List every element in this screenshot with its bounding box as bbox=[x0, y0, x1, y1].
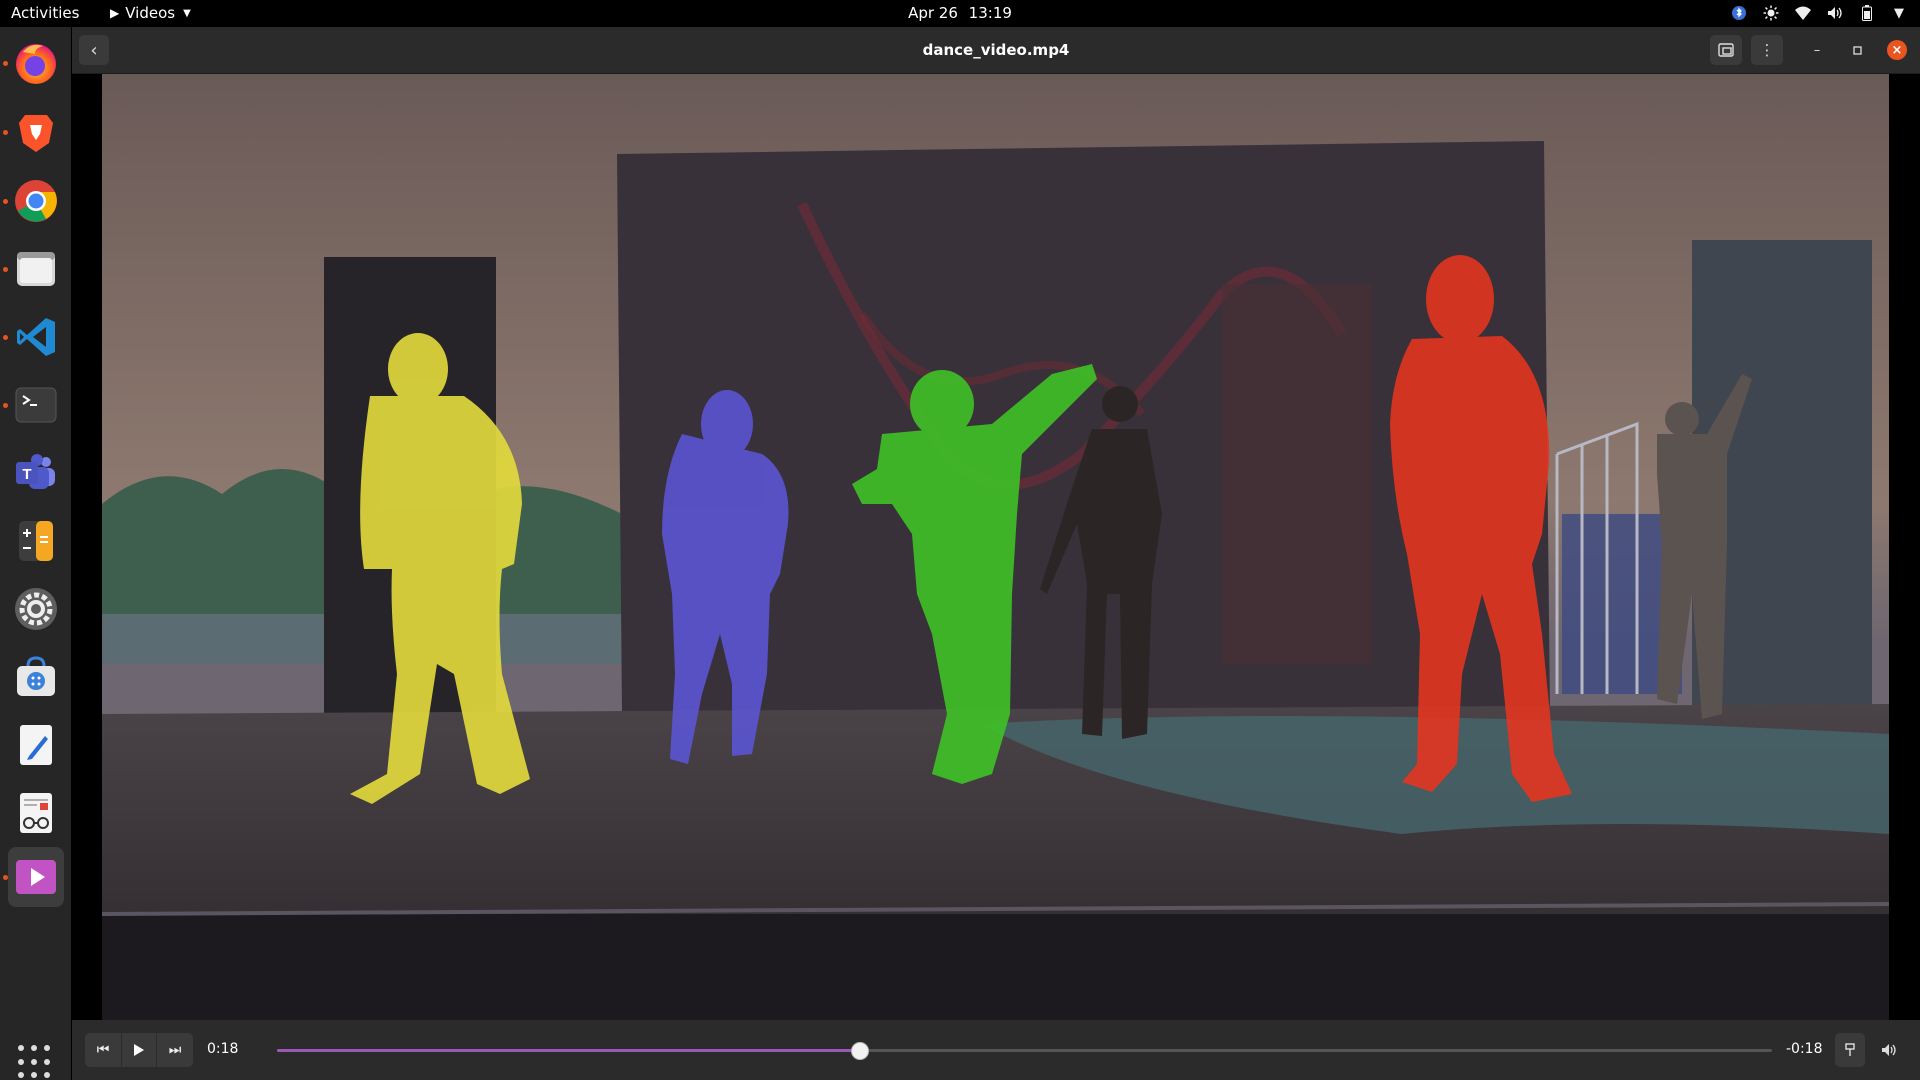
close-button[interactable]: × bbox=[1887, 40, 1907, 60]
running-indicator-dot bbox=[3, 335, 8, 340]
seek-bar-handle[interactable] bbox=[851, 1042, 870, 1060]
wifi-icon[interactable] bbox=[1794, 4, 1812, 22]
top-bar: Activities ▶ Videos ▼ Apr 26 13:19 ▼ bbox=[0, 0, 1920, 27]
maximize-button[interactable] bbox=[1847, 40, 1867, 60]
system-menu-icon[interactable]: ▼ bbox=[1890, 4, 1908, 22]
document-viewer-icon bbox=[20, 793, 52, 833]
pip-icon bbox=[1718, 43, 1734, 57]
clock-time: 13:19 bbox=[968, 4, 1012, 22]
dock-item-videos[interactable] bbox=[8, 847, 64, 907]
dock-item-firefox[interactable] bbox=[8, 33, 64, 93]
system-tray[interactable]: ▼ bbox=[1730, 4, 1908, 22]
svg-text:T: T bbox=[22, 466, 31, 483]
bluetooth-icon[interactable] bbox=[1730, 4, 1748, 22]
kebab-menu-icon: ⋮ bbox=[1759, 41, 1775, 59]
speed-menu-icon bbox=[1845, 1043, 1855, 1056]
firefox-icon bbox=[16, 44, 56, 84]
picture-in-picture-button[interactable] bbox=[1710, 35, 1742, 65]
running-indicator-dot bbox=[3, 130, 8, 135]
play-icon bbox=[134, 1044, 144, 1056]
video-scene bbox=[102, 74, 1889, 1020]
battery-icon[interactable] bbox=[1858, 4, 1876, 22]
dock-item-document-viewer[interactable] bbox=[8, 783, 64, 843]
videos-window: ‹ dance_video.mp4 ⋮ – × ⏮ ⏭ 0:18 -0:18 bbox=[72, 27, 1920, 1080]
video-frame[interactable] bbox=[102, 74, 1889, 1020]
menu-button[interactable]: ⋮ bbox=[1751, 35, 1783, 65]
files-icon bbox=[17, 252, 55, 286]
dock-item-text-editor[interactable] bbox=[8, 715, 64, 775]
minimize-button[interactable]: – bbox=[1807, 40, 1827, 60]
text-editor-icon bbox=[20, 725, 52, 765]
dock-item-terminal[interactable] bbox=[8, 375, 64, 435]
header-bar: ‹ dance_video.mp4 ⋮ – × bbox=[72, 27, 1920, 74]
remaining-time: -0:18 bbox=[1786, 1041, 1823, 1057]
window-title: dance_video.mp4 bbox=[922, 41, 1070, 59]
dock-item-software[interactable] bbox=[8, 647, 64, 707]
seek-bar[interactable] bbox=[277, 1042, 1772, 1060]
running-indicator-dot bbox=[3, 267, 8, 272]
skip-back-button[interactable]: ⏮ bbox=[85, 1033, 121, 1067]
volume-icon bbox=[1882, 1044, 1896, 1056]
running-indicator-dot bbox=[3, 199, 8, 204]
dock-item-brave[interactable] bbox=[8, 102, 64, 162]
volume-icon[interactable] bbox=[1826, 4, 1844, 22]
vscode-icon bbox=[17, 318, 55, 356]
dock-item-settings[interactable] bbox=[8, 579, 64, 639]
running-indicator-dot bbox=[3, 875, 8, 880]
chrome-icon bbox=[15, 180, 57, 222]
software-store-icon bbox=[17, 656, 55, 696]
maximize-icon bbox=[1852, 45, 1862, 55]
seek-bar-progress bbox=[277, 1049, 861, 1052]
dock: T bbox=[0, 27, 71, 1080]
skip-forward-icon: ⏭ bbox=[168, 1042, 182, 1058]
dock-item-files[interactable] bbox=[8, 239, 64, 299]
show-applications-button[interactable] bbox=[18, 1045, 52, 1079]
videos-icon bbox=[16, 860, 56, 894]
skip-forward-button[interactable]: ⏭ bbox=[157, 1033, 193, 1067]
skip-backward-icon: ⏮ bbox=[96, 1042, 110, 1058]
playback-controls: ⏮ ⏭ 0:18 -0:18 bbox=[72, 1020, 1920, 1080]
calculator-icon bbox=[19, 521, 53, 561]
teams-icon: T bbox=[16, 454, 55, 489]
dock-item-chrome[interactable] bbox=[8, 171, 64, 231]
clock[interactable]: Apr 26 13:19 bbox=[0, 4, 1920, 22]
dock-item-teams[interactable]: T bbox=[8, 443, 64, 503]
playback-speed-button[interactable] bbox=[1835, 1033, 1865, 1067]
volume-button[interactable] bbox=[1872, 1033, 1906, 1067]
brave-icon bbox=[19, 115, 53, 152]
clock-date: Apr 26 bbox=[908, 4, 958, 22]
terminal-icon bbox=[15, 387, 57, 423]
close-icon: × bbox=[1891, 42, 1903, 58]
settings-icon bbox=[15, 588, 57, 630]
running-indicator-dot bbox=[3, 61, 8, 66]
dock-item-calculator[interactable] bbox=[8, 511, 64, 571]
play-button[interactable] bbox=[121, 1033, 157, 1067]
elapsed-time: 0:18 bbox=[207, 1041, 239, 1057]
brightness-icon[interactable] bbox=[1762, 4, 1780, 22]
dock-item-vscode[interactable] bbox=[8, 307, 64, 367]
running-indicator-dot bbox=[3, 403, 8, 408]
